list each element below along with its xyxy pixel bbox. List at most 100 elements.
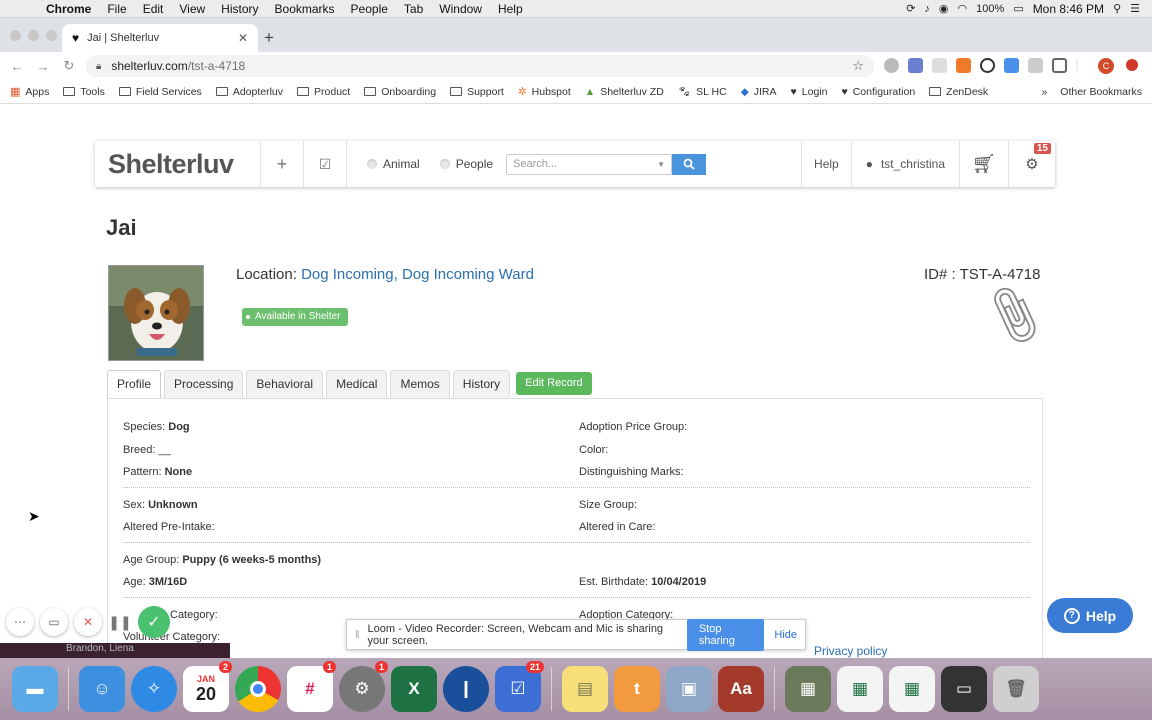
loom-cancel-button[interactable]: ✕	[74, 608, 102, 636]
bookmarks-overflow[interactable]: »	[1041, 86, 1047, 98]
location-link[interactable]: Dog Incoming, Dog Incoming Ward	[301, 266, 534, 283]
paperclip-icon[interactable]: 📎︎	[977, 280, 1051, 352]
close-window-button[interactable]	[10, 30, 21, 41]
menu-people[interactable]: People	[343, 2, 396, 16]
battery-icon[interactable]: ▭	[1013, 2, 1023, 15]
minimize-window-button[interactable]	[28, 30, 39, 41]
slack-icon[interactable]: #1	[287, 661, 336, 712]
extension-icon-7[interactable]	[1028, 58, 1043, 73]
password-ext-icon[interactable]	[980, 58, 995, 73]
bookmark-adopterluv[interactable]: Adopterluv	[215, 86, 283, 98]
menu-history[interactable]: History	[213, 2, 266, 16]
calendar-icon[interactable]: JAN 20 2	[183, 661, 232, 712]
browser-tab-active[interactable]: ♥ Jai | Shelterluv ✕	[62, 24, 258, 52]
menu-list-icon[interactable]: ☰	[1130, 2, 1140, 15]
folder-dock-icon[interactable]: ▬	[12, 666, 58, 712]
bookmark-sl-hc[interactable]: 🐾︎ SL HC	[678, 85, 727, 99]
loom-finish-button[interactable]: ✓	[138, 606, 170, 638]
bookmark-hubspot[interactable]: ✲ Hubspot	[518, 86, 571, 98]
chrome-window-thumbnail-icon[interactable]: ▭	[941, 666, 987, 712]
tab-history[interactable]: History	[452, 370, 511, 398]
zoom-window-button[interactable]	[46, 30, 57, 41]
animal-photo[interactable]	[108, 265, 204, 361]
tab-memos[interactable]: Memos	[390, 370, 450, 398]
bookmark-star-icon[interactable]: ☆	[852, 58, 864, 74]
menu-app[interactable]: Chrome	[38, 2, 99, 16]
extension-icon-2[interactable]	[908, 58, 923, 73]
search-button[interactable]	[672, 153, 707, 175]
dictionary-icon[interactable]: Aa	[718, 666, 764, 712]
stickies-icon[interactable]: ▤	[562, 666, 608, 712]
menu-window[interactable]: Window	[431, 2, 490, 16]
safari-icon[interactable]: ✧	[131, 666, 177, 712]
cart-icon[interactable]: 🛒︎	[960, 152, 1008, 176]
chrome-icon[interactable]	[235, 666, 281, 712]
clock[interactable]: Mon 8:46 PM	[1033, 2, 1104, 16]
video-ext-icon[interactable]	[1004, 58, 1019, 73]
menu-bookmarks[interactable]: Bookmarks	[267, 2, 343, 16]
password-icon[interactable]: ◉	[939, 2, 949, 15]
loom-pause-button[interactable]: ❚❚	[108, 614, 132, 631]
wifi-icon[interactable]: ◠	[958, 2, 968, 15]
bookmark-field-services[interactable]: Field Services	[118, 86, 202, 98]
tasks-icon[interactable]: ☑ 21	[495, 661, 544, 712]
lock-icon[interactable]: 🔒︎	[96, 61, 101, 72]
bookmark-onboarding[interactable]: Onboarding	[364, 86, 436, 98]
bookmark-configuration[interactable]: ♥ Configuration	[841, 86, 915, 98]
tab-profile[interactable]: Profile	[107, 370, 162, 398]
menu-help[interactable]: Help	[490, 2, 531, 16]
dog-photo-thumbnail-icon[interactable]: ▦	[785, 666, 831, 712]
trash-icon[interactable]: 🗑︎	[993, 666, 1039, 712]
reload-icon[interactable]: ↻	[56, 58, 82, 74]
sync-icon[interactable]: ⟳	[906, 2, 915, 15]
help-widget-button[interactable]: ? Help	[1047, 598, 1133, 633]
preview-icon[interactable]: ▣	[666, 666, 712, 712]
menu-file[interactable]: File	[99, 2, 134, 16]
spreadsheet-thumbnail-icon[interactable]: ▦	[837, 666, 883, 712]
close-tab-icon[interactable]: ✕	[238, 31, 248, 45]
menu-tab[interactable]: Tab	[396, 2, 431, 16]
bookmark-shelterluv-zd[interactable]: ▲ Shelterluv ZD	[585, 86, 664, 98]
bookmark-zendesk[interactable]: ZenDesk	[929, 86, 988, 98]
edit-record-button[interactable]: Edit Record	[516, 372, 592, 395]
system-preferences-icon[interactable]: ⚙ 1	[339, 661, 388, 712]
extension-icon-1[interactable]	[884, 58, 899, 73]
extension-icon-3[interactable]	[932, 58, 947, 73]
settings-gear-icon[interactable]: ⚙ 15	[1009, 143, 1055, 173]
profile-avatar[interactable]: C	[1098, 58, 1114, 74]
address-bar[interactable]: 🔒︎ shelterluv.com /tst-a-4718 ☆	[86, 55, 874, 77]
radio-dot-animal[interactable]	[367, 159, 377, 169]
dropdown-caret-icon[interactable]: ▼	[657, 160, 665, 169]
shelterluv-logo[interactable]: Shelterluv	[95, 149, 260, 180]
menu-view[interactable]: View	[171, 2, 213, 16]
loom-more-button[interactable]: ⋯	[6, 608, 34, 636]
forward-icon[interactable]: →	[30, 59, 56, 74]
search-icon[interactable]: ⚲	[1113, 2, 1121, 15]
finder-icon[interactable]: ☺	[79, 666, 125, 712]
excel-icon[interactable]: X	[391, 666, 437, 712]
extension-icon-8[interactable]	[1052, 58, 1067, 73]
spreadsheet-thumbnail-icon-2[interactable]: ▦	[889, 666, 935, 712]
bookmark-apps[interactable]: ▦ Apps	[10, 85, 49, 99]
tab-behavioral[interactable]: Behavioral	[246, 370, 324, 398]
menu-dots-icon[interactable]	[1126, 59, 1138, 71]
other-bookmarks[interactable]: Other Bookmarks	[1055, 86, 1142, 98]
hubspot-ext-icon[interactable]	[956, 58, 971, 73]
1password-icon[interactable]: ❙	[443, 666, 489, 712]
radio-people[interactable]: People	[439, 157, 493, 171]
new-tab-button[interactable]: +	[264, 28, 274, 48]
menu-edit[interactable]: Edit	[135, 2, 172, 16]
hide-button[interactable]: Hide	[774, 629, 797, 641]
loom-camera-button[interactable]: ▭	[40, 608, 68, 636]
drag-handle-icon[interactable]: ‖	[355, 629, 360, 641]
checkbox-icon[interactable]: ☑	[304, 156, 346, 173]
add-icon[interactable]: +	[261, 154, 303, 175]
user-menu[interactable]: ● tst_christina	[852, 157, 959, 171]
bookmark-login[interactable]: ♥ Login	[791, 86, 828, 98]
tab-medical[interactable]: Medical	[326, 370, 388, 398]
privacy-link[interactable]: Privacy policy	[814, 644, 887, 658]
help-link[interactable]: Help	[802, 157, 851, 171]
bookmark-tools[interactable]: Tools	[63, 86, 105, 98]
bookmark-product[interactable]: Product	[297, 86, 350, 98]
radio-dot-people[interactable]	[439, 159, 450, 169]
